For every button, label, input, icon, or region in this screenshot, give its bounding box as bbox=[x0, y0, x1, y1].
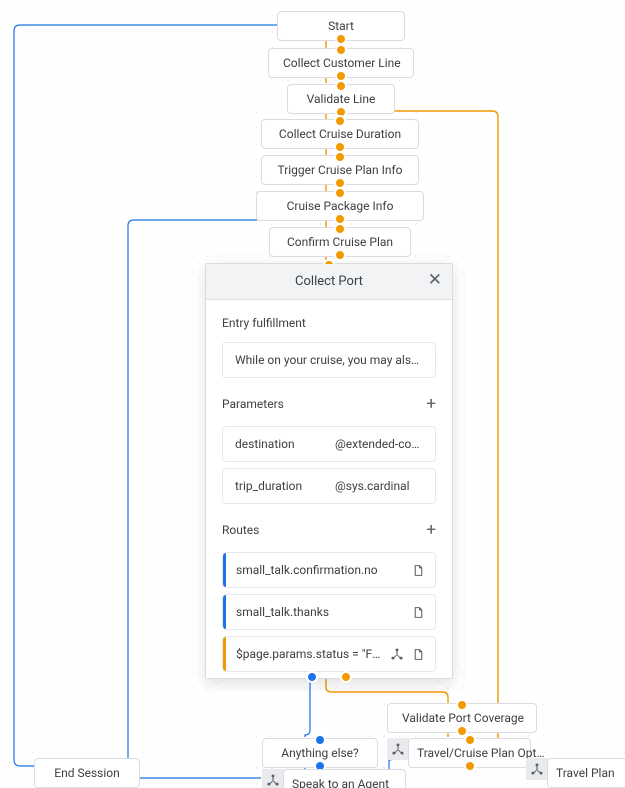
route-text: $page.params.status = "FINAL" bbox=[236, 637, 382, 671]
page-icon[interactable] bbox=[412, 604, 425, 619]
branch-icon[interactable] bbox=[390, 647, 404, 662]
flow-badge-icon bbox=[387, 738, 409, 760]
handle-in[interactable] bbox=[334, 223, 346, 235]
handle-in[interactable] bbox=[334, 187, 346, 199]
handle-in[interactable] bbox=[334, 115, 346, 127]
node-label: Confirm Cruise Plan bbox=[287, 235, 393, 249]
route-text: small_talk.confirmation.no bbox=[236, 553, 404, 587]
node-validate-port-coverage[interactable]: Validate Port Coverage bbox=[387, 703, 537, 733]
section-routes-label: Routes + bbox=[222, 520, 436, 540]
node-label: Cruise Package Info bbox=[287, 199, 394, 213]
handle-in[interactable] bbox=[314, 734, 326, 746]
route-color-bar bbox=[223, 637, 226, 671]
page-icon[interactable] bbox=[412, 562, 425, 577]
close-icon[interactable]: ✕ bbox=[428, 272, 442, 289]
node-anything-else[interactable]: Anything else? bbox=[262, 738, 378, 768]
section-entry-label: Entry fulfillment bbox=[222, 316, 436, 330]
parameter-row[interactable]: destination @extended-countries bbox=[222, 426, 436, 462]
panel-body: Entry fulfillment While on your cruise, … bbox=[206, 300, 452, 678]
route-color-bar bbox=[223, 553, 226, 587]
node-label: Validate Line bbox=[307, 92, 376, 106]
node-label: Collect Cruise Duration bbox=[279, 127, 401, 141]
node-start[interactable]: Start bbox=[277, 11, 405, 41]
label-text: Routes bbox=[222, 523, 259, 537]
node-label: Anything else? bbox=[281, 746, 358, 760]
flow-badge-icon bbox=[262, 769, 284, 788]
node-collect-customer-line[interactable]: Collect Customer Line bbox=[268, 48, 414, 78]
node-validate-line[interactable]: Validate Line bbox=[287, 84, 395, 114]
node-label: Speak to an Agent bbox=[292, 777, 389, 788]
route-row[interactable]: $page.params.status = "FINAL" bbox=[222, 636, 436, 672]
route-row[interactable]: small_talk.thanks bbox=[222, 594, 436, 630]
node-label: Travel Plan bbox=[556, 766, 615, 780]
handle-in[interactable] bbox=[464, 734, 476, 746]
route-text: small_talk.thanks bbox=[236, 595, 404, 629]
handle-in[interactable] bbox=[335, 44, 347, 56]
node-cruise-package-info[interactable]: Cruise Package Info bbox=[256, 191, 424, 221]
node-travel-plan[interactable]: Travel Plan bbox=[547, 758, 625, 788]
route-row[interactable]: small_talk.confirmation.no bbox=[222, 552, 436, 588]
handle-out-orange[interactable] bbox=[340, 671, 352, 683]
handle-in[interactable] bbox=[335, 80, 347, 92]
param-entity: @extended-countries bbox=[335, 437, 423, 451]
label-text: Parameters bbox=[222, 397, 284, 411]
node-travel-cruise-plan-opt[interactable]: Travel/Cruise Plan Opt… bbox=[408, 738, 531, 768]
node-confirm-cruise-plan[interactable]: Confirm Cruise Plan bbox=[269, 227, 411, 257]
handle-in[interactable] bbox=[456, 699, 468, 711]
flow-canvas[interactable]: Start Collect Customer Line Validate Lin… bbox=[0, 0, 625, 788]
node-end-session[interactable]: End Session bbox=[34, 758, 140, 788]
flow-badge-icon bbox=[526, 758, 548, 780]
label-text: Entry fulfillment bbox=[222, 316, 306, 330]
node-collect-cruise-duration[interactable]: Collect Cruise Duration bbox=[261, 119, 419, 149]
section-parameters-label: Parameters + bbox=[222, 394, 436, 414]
node-label: Start bbox=[328, 19, 354, 33]
node-collect-port-panel[interactable]: Collect Port ✕ Entry fulfillment While o… bbox=[205, 263, 453, 679]
panel-titlebar: Collect Port ✕ bbox=[206, 264, 452, 300]
handle-out[interactable] bbox=[334, 249, 346, 261]
page-icon[interactable] bbox=[412, 646, 425, 661]
add-route-button[interactable]: + bbox=[426, 520, 436, 540]
handle-out[interactable] bbox=[464, 760, 476, 772]
route-color-bar bbox=[223, 595, 226, 629]
node-speak-to-agent[interactable]: Speak to an Agent bbox=[283, 769, 406, 788]
node-label: Validate Port Coverage bbox=[402, 711, 524, 725]
panel-title: Collect Port bbox=[295, 274, 363, 289]
entry-fulfillment-card[interactable]: While on your cruise, you may also need … bbox=[222, 342, 436, 378]
param-entity: @sys.cardinal bbox=[335, 479, 423, 493]
handle-out-blue[interactable] bbox=[306, 671, 318, 683]
handle-in[interactable] bbox=[334, 151, 346, 163]
node-label: Trigger Cruise Plan Info bbox=[277, 163, 402, 177]
entry-text: While on your cruise, you may also need … bbox=[235, 353, 423, 367]
node-label: Collect Customer Line bbox=[283, 56, 401, 70]
node-trigger-cruise-plan-info[interactable]: Trigger Cruise Plan Info bbox=[261, 155, 419, 185]
add-parameter-button[interactable]: + bbox=[426, 394, 436, 414]
param-name: trip_duration bbox=[235, 479, 323, 493]
parameter-row[interactable]: trip_duration @sys.cardinal bbox=[222, 468, 436, 504]
node-label: End Session bbox=[54, 766, 119, 780]
param-name: destination bbox=[235, 437, 323, 451]
